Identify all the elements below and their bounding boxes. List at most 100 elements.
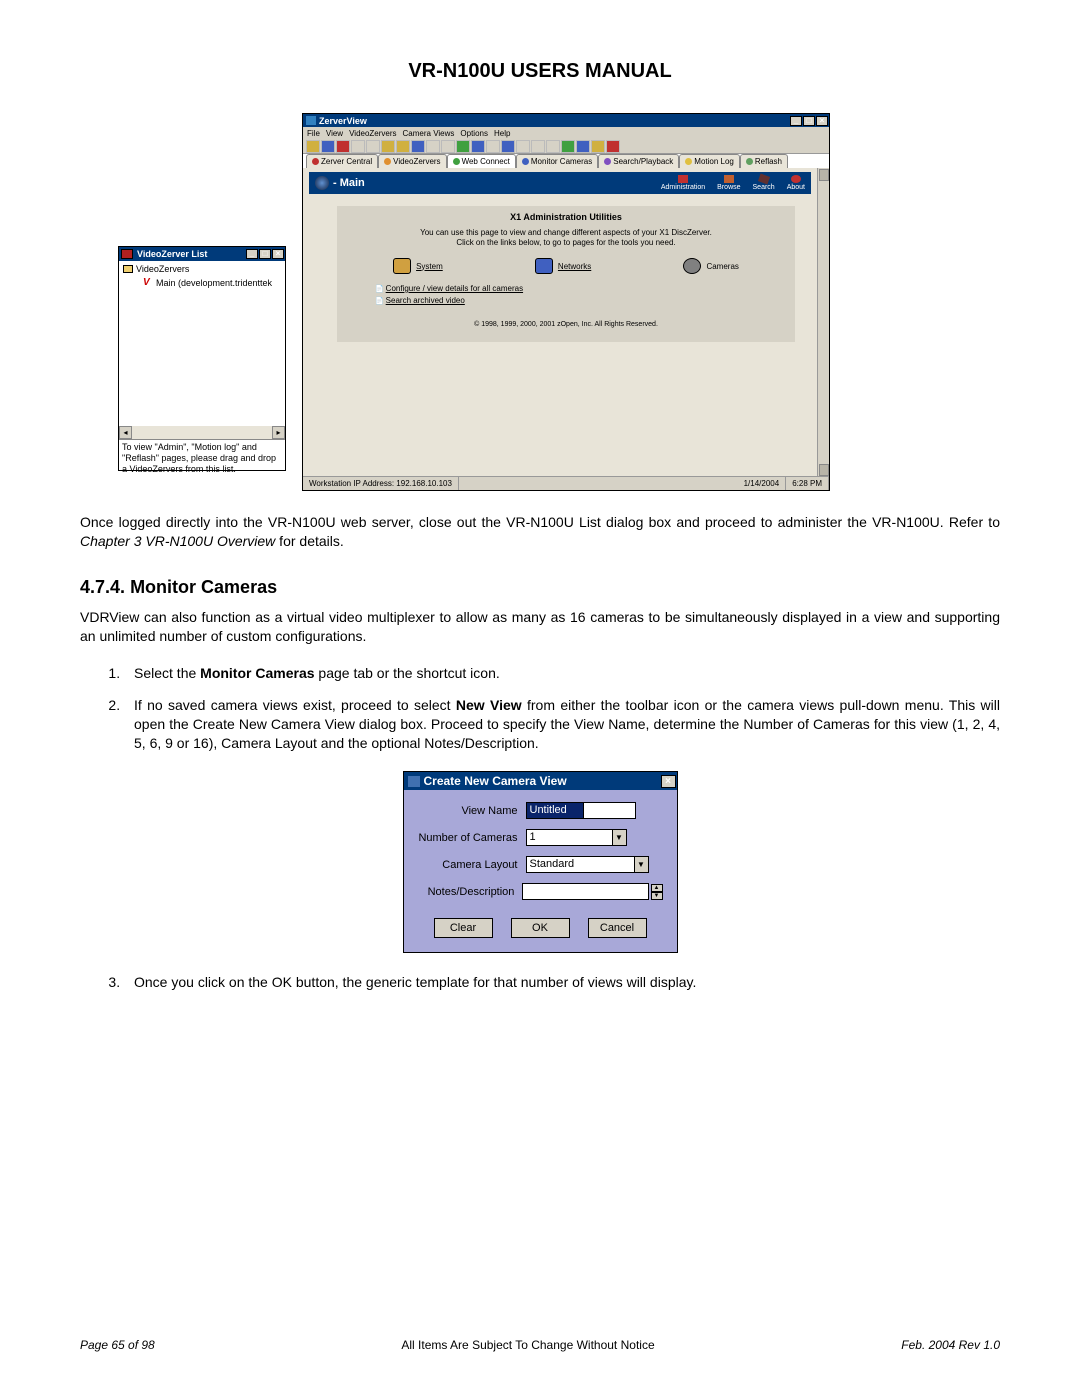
scroll-right-icon[interactable]: ▸ — [272, 426, 285, 439]
footer-page: Page 65 of 98 — [80, 1338, 155, 1352]
tab-videozervers[interactable]: VideoZervers — [378, 154, 446, 168]
link-label: Configure / view details for all cameras — [386, 284, 523, 293]
tree-item[interactable]: V Main (development.tridenttek — [121, 277, 283, 288]
globe-icon — [315, 176, 329, 190]
notes-input[interactable] — [522, 883, 648, 900]
toolbar-button[interactable] — [366, 140, 380, 153]
view-name-input-extra[interactable] — [584, 802, 636, 819]
menu-options[interactable]: Options — [460, 129, 488, 138]
tab-web-connect[interactable]: Web Connect — [447, 154, 516, 168]
administration-link[interactable]: Administration — [661, 175, 705, 191]
tab-search-playback[interactable]: Search/Playback — [598, 154, 679, 168]
menu-help[interactable]: Help — [494, 129, 510, 138]
cameras-link[interactable]: Cameras — [683, 258, 738, 274]
text: Once logged directly into the VR-N100U w… — [80, 514, 1000, 530]
tab-icon — [685, 158, 692, 165]
toolbar-button[interactable] — [471, 140, 485, 153]
spin-up-icon[interactable]: ▲ — [651, 884, 663, 892]
system-link[interactable]: System — [393, 258, 443, 274]
toolbar-button[interactable] — [456, 140, 470, 153]
ok-button[interactable]: OK — [511, 918, 570, 938]
toolbar-button[interactable] — [501, 140, 515, 153]
status-date: 1/14/2004 — [738, 477, 787, 490]
close-button[interactable]: × — [661, 775, 676, 788]
toolbar-button[interactable] — [516, 140, 530, 153]
view-name-input[interactable]: Untitled — [526, 802, 584, 819]
dialog-titlebar: Create New Camera View × — [404, 772, 677, 790]
label-camera-layout: Camera Layout — [418, 859, 518, 871]
about-link[interactable]: About — [787, 175, 805, 191]
tab-motion-log[interactable]: Motion Log — [679, 154, 740, 168]
h-scrollbar[interactable]: ◂ ▸ — [119, 426, 285, 439]
minimize-button[interactable]: _ — [246, 249, 258, 259]
list-item: If no saved camera views exist, proceed … — [124, 696, 1000, 753]
tree-root[interactable]: VideoZervers — [121, 264, 283, 274]
v-scrollbar[interactable] — [817, 168, 829, 478]
num-cameras-select[interactable]: 1 — [526, 829, 612, 846]
label-num-cameras: Number of Cameras — [418, 832, 518, 844]
menu-view[interactable]: View — [326, 129, 343, 138]
close-button[interactable]: × — [272, 249, 284, 259]
globe-icon — [724, 175, 734, 183]
zv-title: ZerverView — [319, 116, 790, 126]
toolbar-button[interactable] — [426, 140, 440, 153]
toolbar-button[interactable] — [486, 140, 500, 153]
scroll-left-icon[interactable]: ◂ — [119, 426, 132, 439]
tab-icon — [746, 158, 753, 165]
search-archived-link[interactable]: Search archived video — [375, 296, 785, 305]
menu-videozervers[interactable]: VideoZervers — [349, 129, 396, 138]
toolbar-button[interactable] — [321, 140, 335, 153]
toolbar-button[interactable] — [546, 140, 560, 153]
browse-link[interactable]: Browse — [717, 175, 740, 191]
tab-label: VideoZervers — [393, 157, 440, 166]
tab-zerver-central[interactable]: Zerver Central — [306, 154, 378, 168]
dropdown-icon[interactable]: ▼ — [612, 829, 627, 846]
banner-icons: Administration Browse Search About — [661, 175, 805, 191]
tab-icon — [522, 158, 529, 165]
zerverview-window: ZerverView _ □ × File View VideoZervers … — [302, 113, 830, 491]
clear-button[interactable]: Clear — [434, 918, 493, 938]
scroll-up-icon[interactable] — [819, 169, 829, 181]
row-num-cameras: Number of Cameras 1 ▼ — [418, 829, 663, 846]
maximize-button[interactable]: □ — [259, 249, 271, 259]
toolbar-button[interactable] — [576, 140, 590, 153]
menu-file[interactable]: File — [307, 129, 320, 138]
toolbar-button[interactable] — [591, 140, 605, 153]
networks-link[interactable]: Networks — [535, 258, 591, 274]
tab-icon — [453, 158, 460, 165]
minimize-button[interactable]: _ — [790, 116, 802, 126]
list-item: Once you click on the OK button, the gen… — [124, 973, 1000, 992]
tab-reflash[interactable]: Reflash — [740, 154, 788, 168]
dropdown-icon[interactable]: ▼ — [634, 856, 649, 873]
video-icon: V — [143, 277, 153, 288]
app-icon — [121, 249, 133, 259]
close-button[interactable]: × — [816, 116, 828, 126]
menu-camera-views[interactable]: Camera Views — [403, 129, 455, 138]
toolbar-button[interactable] — [381, 140, 395, 153]
scroll-down-icon[interactable] — [819, 464, 829, 476]
tab-monitor-cameras[interactable]: Monitor Cameras — [516, 154, 598, 168]
status-ip: Workstation IP Address: 192.168.10.103 — [303, 477, 459, 490]
camera-layout-select[interactable]: Standard — [526, 856, 634, 873]
toolbar-button[interactable] — [531, 140, 545, 153]
toolbar-button[interactable] — [606, 140, 620, 153]
row-notes: Notes/Description ▲ ▼ — [418, 883, 663, 900]
create-new-camera-view-dialog: Create New Camera View × View Name Untit… — [403, 771, 678, 953]
maximize-button[interactable]: □ — [803, 116, 815, 126]
toolbar-button[interactable] — [336, 140, 350, 153]
toolbar-button[interactable] — [351, 140, 365, 153]
toolbar-button[interactable] — [561, 140, 575, 153]
toolbar-button[interactable] — [306, 140, 320, 153]
cancel-button[interactable]: Cancel — [588, 918, 647, 938]
toolbar-button[interactable] — [441, 140, 455, 153]
toolbar-button[interactable] — [396, 140, 410, 153]
networks-icon — [535, 258, 553, 274]
spin-down-icon[interactable]: ▼ — [651, 892, 663, 900]
search-link[interactable]: Search — [753, 175, 775, 191]
page-title: VR-N100U USERS MANUAL — [80, 60, 1000, 83]
configure-cameras-link[interactable]: Configure / view details for all cameras — [375, 284, 785, 293]
tab-label: Motion Log — [694, 157, 734, 166]
toolbar-button[interactable] — [411, 140, 425, 153]
ordered-list-continued: Once you click on the OK button, the gen… — [80, 973, 1000, 992]
text: page tab or the shortcut icon. — [315, 665, 500, 681]
